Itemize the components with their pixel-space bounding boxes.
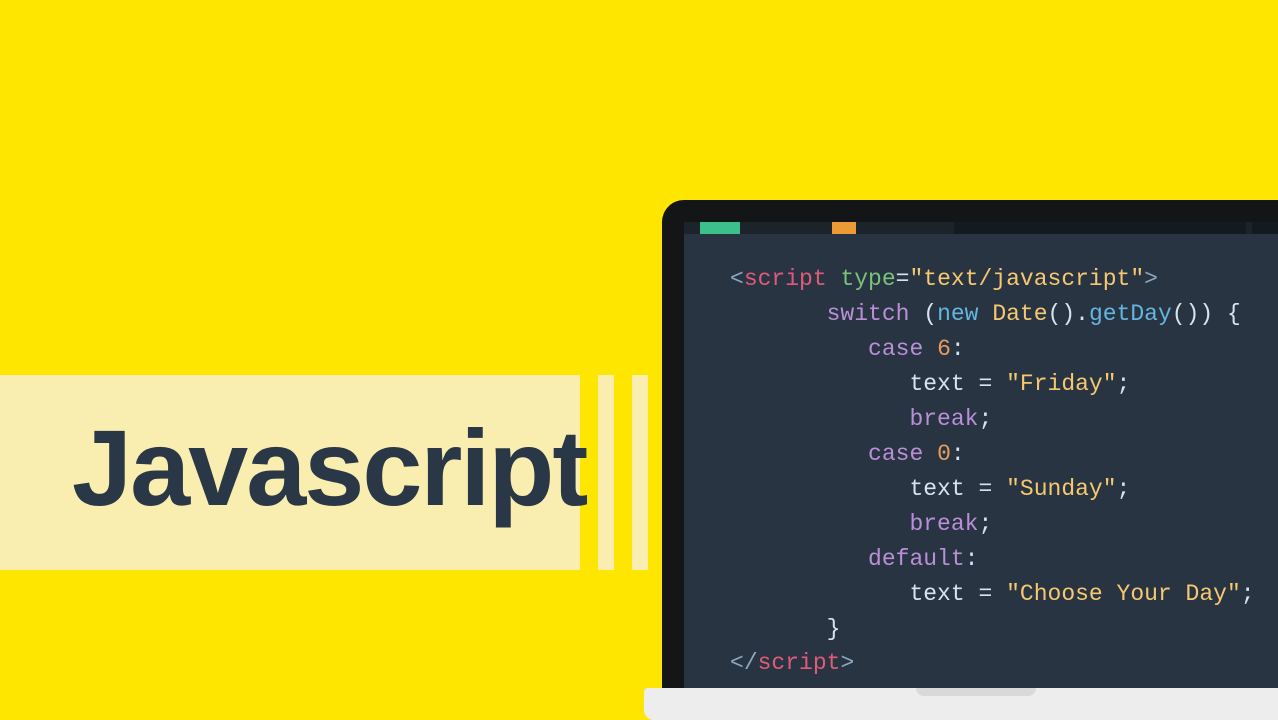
code-token: getDay [1089, 301, 1172, 327]
laptop-screen: <script type="text/javascript"> switch (… [684, 222, 1278, 688]
code-token [827, 266, 841, 292]
code-token: ( [1172, 301, 1186, 327]
code-token: " [1227, 581, 1241, 607]
code-token: = [978, 476, 992, 502]
editor-tab-active-indicator [700, 222, 740, 234]
code-token [730, 336, 868, 362]
code-token [965, 476, 979, 502]
code-token [730, 301, 827, 327]
code-token [979, 301, 993, 327]
code-token: " [909, 266, 923, 292]
code-token: break [909, 511, 978, 537]
code-token [992, 581, 1006, 607]
title-stripe-1 [598, 375, 614, 570]
code-token: ; [1241, 581, 1255, 607]
code-token: Sunday [1020, 476, 1103, 502]
code-token: new [937, 301, 978, 327]
code-token: break [909, 406, 978, 432]
code-token: " [1006, 476, 1020, 502]
code-token [923, 441, 937, 467]
code-token [730, 581, 909, 607]
code-token: " [1130, 266, 1144, 292]
code-token: ( [1048, 301, 1062, 327]
code-token: switch [827, 301, 910, 327]
code-token: type [840, 266, 895, 292]
code-token: text/javascript [923, 266, 1130, 292]
code-token: script [744, 266, 827, 292]
laptop-base [644, 688, 1278, 720]
code-token [730, 616, 827, 642]
code-token [730, 546, 868, 572]
code-token: ; [1117, 476, 1131, 502]
code-token: " [1006, 581, 1020, 607]
editor-topbar [684, 222, 1278, 234]
code-token: : [951, 441, 965, 467]
code-token: > [1144, 266, 1158, 292]
code-token: case [868, 441, 923, 467]
code-token [992, 476, 1006, 502]
code-token: : [951, 336, 965, 362]
code-token: . [1075, 301, 1089, 327]
code-token: Date [992, 301, 1047, 327]
code-token: > [840, 650, 854, 676]
code-token: / [744, 650, 758, 676]
code-token [965, 581, 979, 607]
code-token: " [1103, 476, 1117, 502]
code-token: = [978, 581, 992, 607]
laptop-bezel: <script type="text/javascript"> switch (… [662, 200, 1278, 688]
laptop: <script type="text/javascript"> switch (… [662, 200, 1278, 720]
code-token: text [909, 581, 964, 607]
code-token [730, 441, 868, 467]
code-token: ; [1117, 371, 1131, 397]
code-token: ) [1186, 301, 1200, 327]
code-token [730, 476, 909, 502]
code-token [730, 406, 909, 432]
code-token [730, 371, 909, 397]
code-token [730, 511, 909, 537]
code-token: = [978, 371, 992, 397]
code-token: : [965, 546, 979, 572]
code-token: = [896, 266, 910, 292]
code-token: ( [923, 301, 937, 327]
page-title: Javascript [72, 405, 586, 530]
code-token: { [1227, 301, 1241, 327]
code-token: ; [978, 406, 992, 432]
editor-tab-bar [954, 222, 1246, 234]
code-token: 6 [937, 336, 951, 362]
code-token: text [909, 371, 964, 397]
code-token [965, 371, 979, 397]
code-token: < [730, 650, 744, 676]
code-token: < [730, 266, 744, 292]
editor-tab-modified-indicator [832, 222, 856, 234]
code-token [909, 301, 923, 327]
code-token: } [827, 616, 841, 642]
code-token [992, 371, 1006, 397]
code-token: ) [1199, 301, 1213, 327]
code-token: ) [1061, 301, 1075, 327]
code-token: ; [978, 511, 992, 537]
code-token: case [868, 336, 923, 362]
code-token [1213, 301, 1227, 327]
code-token: script [758, 650, 841, 676]
code-token: 0 [937, 441, 951, 467]
code-token: " [1103, 371, 1117, 397]
title-stripe-2 [632, 375, 648, 570]
editor-tab-bar-end [1252, 222, 1278, 234]
code-token: " [1006, 371, 1020, 397]
code-token [923, 336, 937, 362]
code-block: <script type="text/javascript"> switch (… [684, 234, 1278, 681]
code-token: text [909, 476, 964, 502]
code-token: Friday [1020, 371, 1103, 397]
code-token: Choose Your Day [1020, 581, 1227, 607]
code-token: default [868, 546, 965, 572]
